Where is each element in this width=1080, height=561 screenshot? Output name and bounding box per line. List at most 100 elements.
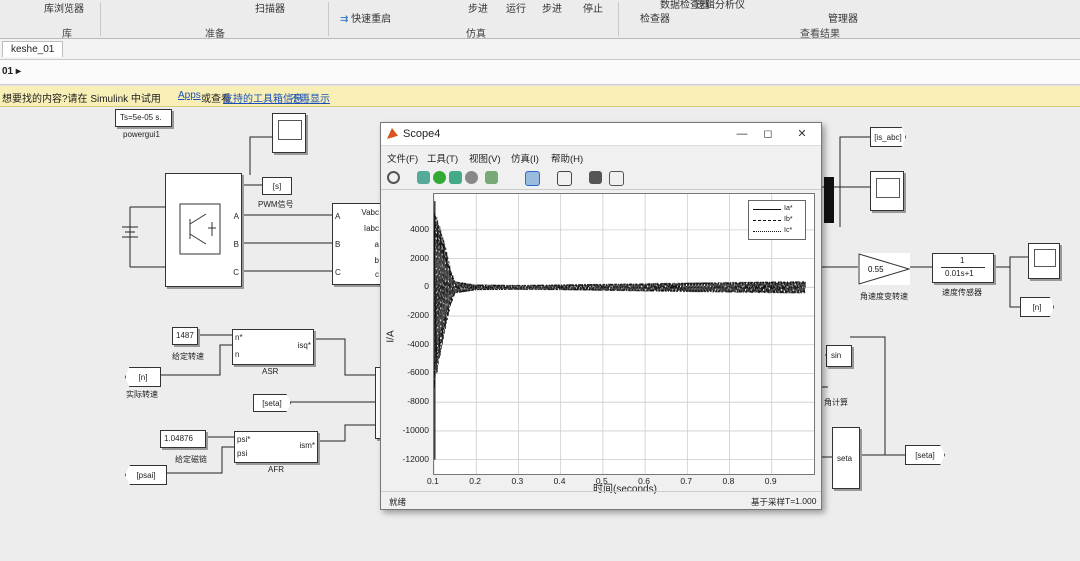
close-icon[interactable]: ✕ — [791, 126, 813, 142]
pwm-goto-tag[interactable]: [s] — [262, 177, 292, 195]
speed-constant-block[interactable]: 1487 — [172, 327, 198, 345]
powergui-sample-time: Ts=5e-05 s. — [120, 113, 162, 122]
y-tick-label: -10000 — [402, 424, 429, 435]
scope-screen-icon — [278, 120, 302, 140]
bridge-port-c: C — [233, 268, 239, 277]
tab-model[interactable]: keshe_01 — [2, 41, 64, 57]
scope-window[interactable]: Scope4 — ◻ ✕ 文件(F) 工具(T) 视图(V) 仿真(I) 帮助(… — [380, 122, 822, 510]
maximize-icon[interactable]: ◻ — [757, 126, 779, 142]
menu-tools[interactable]: 工具(T) — [427, 151, 458, 165]
sin-block[interactable]: sin — [826, 345, 852, 367]
powergui-block[interactable]: Ts=5e-05 s. — [115, 109, 172, 127]
afr-in-psi: psi — [237, 449, 248, 458]
x-tick-label: 0.2 — [469, 476, 482, 486]
ribbon-fast-restart[interactable]: ⇉ 快速重启 — [340, 10, 391, 25]
tf-fraction-bar — [941, 267, 985, 268]
minimize-icon[interactable]: — — [731, 126, 753, 142]
x-tick-label: 0.7 — [680, 476, 693, 486]
ribbon-run[interactable]: 运行 — [506, 0, 526, 15]
y-tick-label: 2000 — [410, 252, 429, 263]
ribbon-separator — [100, 2, 101, 36]
sin-text: sin — [831, 351, 842, 360]
menu-file[interactable]: 文件(F) — [387, 151, 418, 165]
y-tick-label: -4000 — [407, 338, 429, 349]
x-tick-label: 0.9 — [764, 476, 777, 486]
address-bar: 01 ▸ — [0, 60, 1080, 85]
menu-simulation[interactable]: 仿真(I) — [511, 151, 539, 165]
x-tick-label: 0.3 — [511, 476, 524, 486]
legend-line-swatch — [753, 220, 781, 221]
seta-goto-tag-right[interactable]: [seta] — [905, 445, 945, 465]
afr-in-psiref: psi* — [237, 435, 251, 444]
scope-block-right[interactable] — [870, 171, 904, 211]
asr-block[interactable]: n* n isq* — [232, 329, 314, 365]
group-review-results: 查看结果 — [800, 29, 840, 40]
run-icon[interactable] — [433, 171, 446, 184]
ribbon-inspector[interactable]: 检查器 — [640, 10, 670, 25]
n-from-tag[interactable]: [n] — [125, 367, 161, 387]
cursor-measure-icon[interactable] — [609, 171, 624, 186]
legend-series-name: Ia* — [784, 205, 793, 212]
menu-help[interactable]: 帮助(H) — [551, 151, 583, 165]
stop-icon[interactable] — [465, 171, 478, 184]
seta-calc-block[interactable]: seta — [832, 427, 860, 489]
model-breadcrumb[interactable]: 01 ▸ — [2, 66, 21, 77]
ribbon-step-forward[interactable]: 步进 — [542, 0, 562, 15]
meas-out-c: c — [375, 270, 379, 279]
afr-block[interactable]: psi* psi ism* — [234, 431, 318, 463]
tf-label: 速度传感器 — [942, 288, 982, 297]
highlight-icon[interactable] — [485, 171, 498, 184]
x-tick-label: 0.1 — [427, 476, 439, 486]
scope-legend[interactable]: Ia* Ib* Ic* — [748, 200, 806, 240]
scope-screen-icon — [1034, 249, 1056, 267]
dont-show-again-link[interactable]: 不再显示 — [290, 90, 330, 105]
n-goto-tag-right[interactable]: [n] — [1020, 297, 1054, 317]
scope-title: Scope4 — [403, 128, 441, 140]
trigger-icon[interactable] — [589, 171, 602, 184]
y-tick-label: -12000 — [402, 453, 429, 464]
x-tick-label: 0.6 — [638, 476, 650, 486]
zoom-icon[interactable] — [525, 171, 540, 186]
gain-block[interactable]: 0.55 — [858, 253, 911, 285]
group-prepare: 准备 — [205, 29, 225, 40]
y-tick-label: 4000 — [410, 223, 429, 234]
scope-block-far-right[interactable] — [1028, 243, 1060, 279]
scope-title-bar[interactable]: Scope4 — ◻ ✕ — [381, 123, 821, 146]
x-tick-label: 0.8 — [722, 476, 735, 486]
demux-bar[interactable] — [824, 177, 834, 223]
scope-plot-area[interactable]: Ia* Ib* Ic* — [433, 193, 815, 475]
flux-constant-block[interactable]: 1.04876 — [160, 430, 206, 448]
legend-entry[interactable]: Ic* — [753, 226, 803, 236]
step-back-icon[interactable] — [417, 171, 430, 184]
ribbon-library-browser[interactable]: 库浏览器 — [44, 0, 84, 15]
scope-menubar: 文件(F) 工具(T) 视图(V) 仿真(I) 帮助(H) — [381, 147, 821, 165]
speed-constant-value: 1487 — [176, 331, 194, 340]
inverter-bridge-block[interactable]: A B C — [165, 173, 242, 287]
psi-from-tag[interactable]: [psai] — [125, 465, 167, 485]
step-forward-icon[interactable] — [449, 171, 462, 184]
autoscale-icon[interactable] — [557, 171, 572, 186]
apps-link[interactable]: Apps — [178, 90, 201, 101]
is-abc-goto-tag[interactable]: [is_abc] — [870, 127, 906, 147]
meas-in-b: B — [335, 240, 341, 249]
settings-gear-icon[interactable] — [387, 171, 400, 184]
three-phase-measurement-block[interactable]: A B C Vabc Iabc a b c — [332, 203, 382, 285]
ribbon-manager[interactable]: 管理器 — [828, 10, 858, 25]
scope-block-top[interactable] — [272, 113, 306, 153]
seta-from-tag-left[interactable]: [seta] — [253, 394, 291, 412]
meas-in-a: A — [335, 212, 341, 221]
flux-constant-value: 1.04876 — [164, 434, 193, 443]
ribbon-step-back[interactable]: 步进 — [468, 0, 488, 15]
legend-entry[interactable]: Ia* — [753, 204, 803, 214]
menu-view[interactable]: 视图(V) — [469, 151, 501, 165]
x-tick-label: 0.5 — [595, 476, 608, 486]
group-library: 库 — [62, 29, 72, 40]
legend-entry[interactable]: Ib* — [753, 215, 803, 225]
gain-label: 角速度变转速 — [860, 292, 908, 301]
ribbon-logic-analyzer[interactable]: 逻辑分析仪 — [695, 0, 745, 11]
transfer-function-block[interactable]: 1 0.01s+1 — [932, 253, 994, 283]
tf-numerator: 1 — [960, 256, 965, 265]
ribbon-stop[interactable]: 停止 — [583, 0, 603, 15]
matlab-logo-icon — [387, 128, 398, 139]
ribbon-scanner[interactable]: 扫描器 — [255, 0, 285, 15]
